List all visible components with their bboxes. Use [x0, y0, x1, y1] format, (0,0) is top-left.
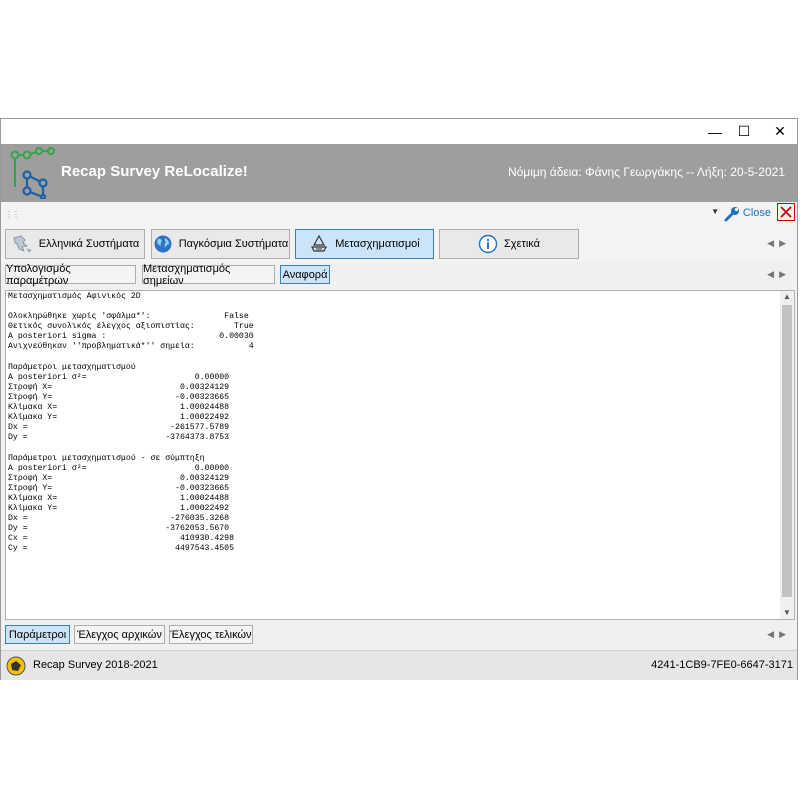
tab-label: Ελληνικά Συστήματα — [38, 238, 140, 250]
maximize-button[interactable]: ☐ — [728, 119, 760, 144]
tab-global-systems[interactable]: Παγκόσμια Συστήματα — [151, 229, 290, 259]
globe-icon — [154, 235, 172, 253]
report-panel[interactable]: Μετασχηματισμός Αφινικός 2D Ολοκληρώθηκε… — [5, 290, 795, 620]
app-logo-icon — [10, 147, 55, 199]
main-tab-bar: Ελληνικά Συστήματα Παγκόσμια Συστήματα Μ… — [1, 226, 797, 262]
tab-initial-check[interactable]: Έλεγχος αρχικών — [74, 625, 165, 644]
info-icon — [478, 234, 498, 254]
scroll-up-icon[interactable]: ▲ — [780, 291, 794, 303]
report-text[interactable]: Μετασχηματισμός Αφινικός 2D Ολοκληρώθηκε… — [8, 292, 778, 554]
bottom-scroll-arrows[interactable]: ◀▶ — [767, 629, 791, 640]
status-license-key: 4241-1CB9-7FE0-6647-3171 — [651, 659, 793, 671]
transform-icon — [311, 234, 328, 252]
tab-scroll-arrows[interactable]: ◀▶ — [767, 238, 791, 249]
app-header: Recap Survey ReLocalize! Νόμιμη άδεια: Φ… — [1, 144, 797, 202]
sub-tab-bar: Υπολογισμός παραμέτρων Μετασχηματισμός σ… — [1, 262, 797, 288]
vertical-scrollbar[interactable]: ▲ ▼ — [780, 291, 794, 619]
tab-final-check[interactable]: Έλεγχος τελικών — [169, 625, 253, 644]
subtab-scroll-arrows[interactable]: ◀▶ — [767, 269, 791, 280]
status-copyright: Recap Survey 2018-2021 — [33, 659, 158, 671]
app-title: Recap Survey ReLocalize! — [61, 163, 248, 180]
scrollbar-thumb[interactable] — [782, 305, 792, 597]
minimize-button[interactable]: — — [699, 119, 731, 144]
subtab-report[interactable]: Αναφορά — [280, 265, 330, 284]
tab-label: Μετασχηματισμοί — [335, 238, 420, 250]
tab-transformations[interactable]: Μετασχηματισμοί — [295, 229, 434, 259]
tab-greek-systems[interactable]: Ελληνικά Συστήματα — [5, 229, 145, 259]
subtab-calculate-parameters[interactable]: Υπολογισμός παραμέτρων — [5, 263, 136, 287]
greece-map-icon — [13, 235, 32, 253]
minimize-icon: — — [708, 123, 722, 140]
maximize-icon: ☐ — [737, 123, 751, 139]
close-link[interactable]: Close — [743, 207, 771, 219]
title-bar[interactable]: — ☐ ✕ — [1, 119, 797, 144]
toolstrip-grip-icon[interactable]: ⋮⋮ — [5, 210, 20, 219]
status-bar: Recap Survey 2018-2021 4241-1CB9-7FE0-66… — [1, 650, 797, 680]
recap-logo-icon — [6, 656, 26, 676]
scroll-down-icon[interactable]: ▼ — [780, 607, 794, 619]
tab-parameters[interactable]: Παράμετροι — [5, 625, 70, 644]
tab-label: Σχετικά — [504, 238, 540, 250]
subtab-transform-points[interactable]: Μετασχηματισμός σημείων — [142, 263, 275, 287]
license-info: Νόμιμη άδεια: Φάνης Γεωργάκης -- Λήξη: 2… — [507, 165, 785, 179]
tab-label: Παγκόσμια Συστήματα — [178, 238, 289, 250]
close-x-icon — [780, 206, 792, 218]
window-close-button[interactable]: ✕ — [764, 119, 796, 144]
close-x-button[interactable] — [777, 203, 795, 221]
toolstrip: ⋮⋮ ▼ Close — [1, 202, 797, 226]
wrench-icon[interactable] — [723, 205, 741, 223]
tab-about[interactable]: Σχετικά — [439, 229, 579, 259]
dropdown-arrow-icon[interactable]: ▼ — [711, 207, 719, 216]
app-window: — ☐ ✕ Recap Survey ReLocalize! Νόμιμη άδ… — [0, 118, 798, 680]
bottom-tab-bar: Παράμετροι Έλεγχος αρχικών Έλεγχος τελικ… — [1, 622, 797, 648]
close-icon: ✕ — [774, 123, 786, 139]
